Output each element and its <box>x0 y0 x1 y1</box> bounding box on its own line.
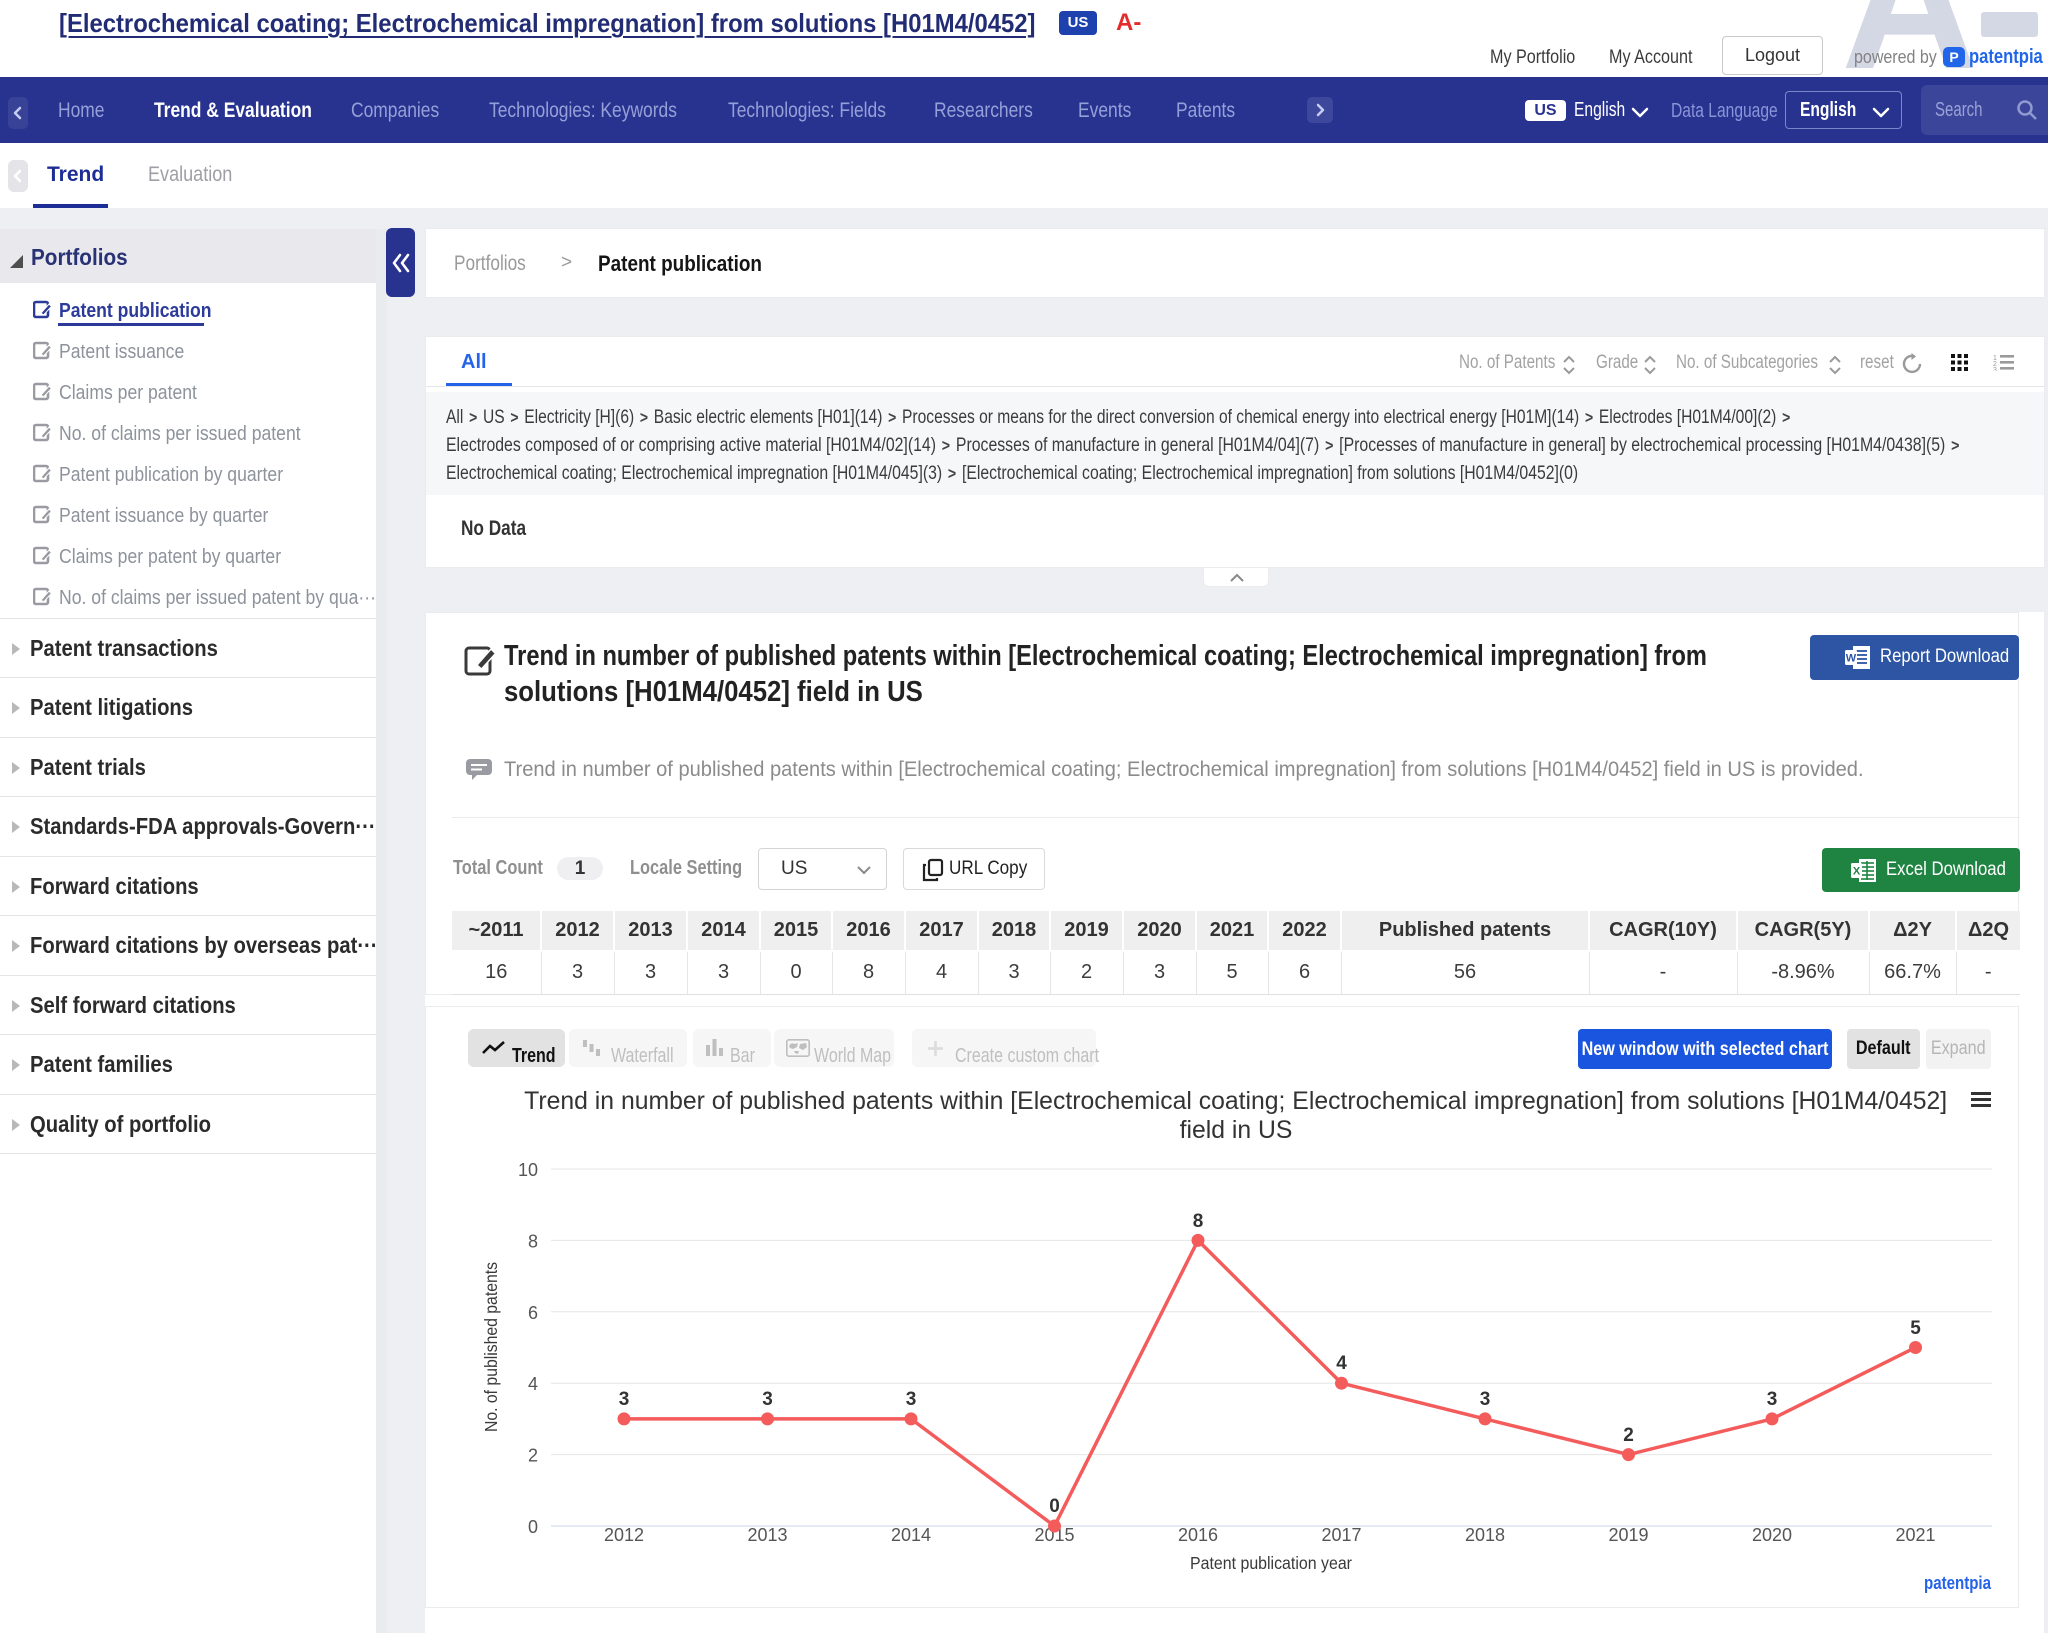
svg-text:3: 3 <box>1767 1389 1778 1410</box>
svg-text:2012: 2012 <box>604 1525 644 1545</box>
svg-text:3: 3 <box>762 1389 773 1410</box>
svg-text:0: 0 <box>1049 1496 1060 1517</box>
svg-text:2021: 2021 <box>1895 1525 1935 1545</box>
svg-text:10: 10 <box>518 1160 538 1180</box>
svg-text:patentpia: patentpia <box>1924 1573 1992 1593</box>
svg-text:3: 3 <box>1480 1389 1491 1410</box>
svg-text:8: 8 <box>1193 1211 1204 1232</box>
svg-text:3: 3 <box>619 1389 630 1410</box>
svg-text:2018: 2018 <box>1465 1525 1505 1545</box>
svg-text:2016: 2016 <box>1178 1525 1218 1545</box>
svg-text:3: 3 <box>906 1389 917 1410</box>
svg-text:No. of published patents: No. of published patents <box>481 1262 501 1432</box>
svg-text:4: 4 <box>528 1374 538 1394</box>
svg-text:6: 6 <box>528 1303 538 1323</box>
svg-text:2019: 2019 <box>1608 1525 1648 1545</box>
svg-text:2013: 2013 <box>747 1525 787 1545</box>
svg-text:5: 5 <box>1910 1318 1921 1339</box>
svg-text:2020: 2020 <box>1752 1525 1792 1545</box>
svg-text:2: 2 <box>1623 1425 1634 1446</box>
svg-text:X: X <box>1853 866 1861 878</box>
svg-text:2014: 2014 <box>891 1525 931 1545</box>
svg-text:2017: 2017 <box>1321 1525 1361 1545</box>
svg-text:W: W <box>1846 653 1857 665</box>
svg-text:4: 4 <box>1336 1353 1347 1374</box>
svg-text:Patent publication year: Patent publication year <box>1190 1553 1352 1573</box>
svg-text:3: 3 <box>1993 367 1997 371</box>
svg-text:0: 0 <box>528 1517 538 1537</box>
svg-text:8: 8 <box>528 1231 538 1251</box>
svg-text:2: 2 <box>528 1446 538 1466</box>
